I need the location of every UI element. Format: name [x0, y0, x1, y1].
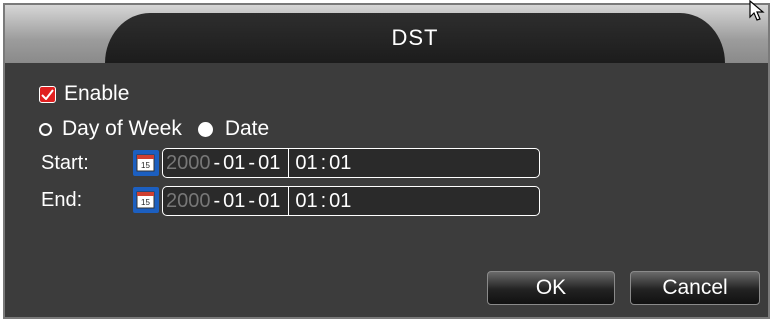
end-date-separator-2: - [248, 189, 256, 212]
mouse-cursor-icon [749, 0, 765, 21]
end-label: End: [41, 189, 83, 211]
start-year[interactable]: 2000 [163, 152, 211, 175]
end-day[interactable]: 01 [258, 190, 280, 213]
start-hour[interactable]: 01 [295, 152, 317, 175]
start-label: Start: [41, 152, 89, 174]
title-tab: DST [105, 13, 725, 63]
ok-button[interactable]: OK [487, 271, 615, 305]
mode-row: Day of Week Date [39, 117, 269, 141]
end-calendar-icon[interactable]: 15 [133, 187, 159, 213]
start-month[interactable]: 01 [223, 152, 245, 175]
day-of-week-label[interactable]: Day of Week [62, 117, 182, 141]
svg-text:15: 15 [141, 198, 150, 207]
enable-checkbox[interactable] [39, 85, 56, 103]
enable-label: Enable [64, 82, 130, 105]
start-calendar-icon[interactable]: 15 [133, 150, 159, 176]
end-datetime-field[interactable]: 2000 - 01 - 01 01 : 01 [162, 186, 540, 216]
end-field-divider [288, 187, 290, 215]
start-date-separator-2: - [248, 151, 256, 174]
start-date-separator-1: - [213, 151, 221, 174]
dialog-title: DST [391, 25, 439, 50]
end-date-separator-1: - [213, 189, 221, 212]
enable-row[interactable]: Enable [39, 82, 129, 106]
start-time-separator: : [320, 151, 327, 174]
end-time-separator: : [320, 189, 327, 212]
dst-dialog: DST Enable Day of Week Date Start: 15 20… [3, 3, 770, 319]
checkmark-icon [41, 88, 54, 100]
end-hour[interactable]: 01 [295, 190, 317, 213]
start-day[interactable]: 01 [258, 152, 280, 175]
date-radio[interactable] [197, 121, 213, 137]
cancel-button[interactable]: Cancel [630, 271, 760, 305]
start-field-divider [288, 149, 290, 177]
end-month[interactable]: 01 [223, 190, 245, 213]
date-label[interactable]: Date [225, 117, 269, 141]
day-of-week-radio[interactable] [39, 122, 52, 136]
title-bar[interactable]: DST [5, 5, 768, 63]
end-minute[interactable]: 01 [329, 190, 351, 213]
start-datetime-field[interactable]: 2000 - 01 - 01 01 : 01 [162, 148, 540, 178]
start-minute[interactable]: 01 [329, 152, 351, 175]
end-year[interactable]: 2000 [163, 190, 211, 213]
svg-text:15: 15 [141, 161, 150, 170]
